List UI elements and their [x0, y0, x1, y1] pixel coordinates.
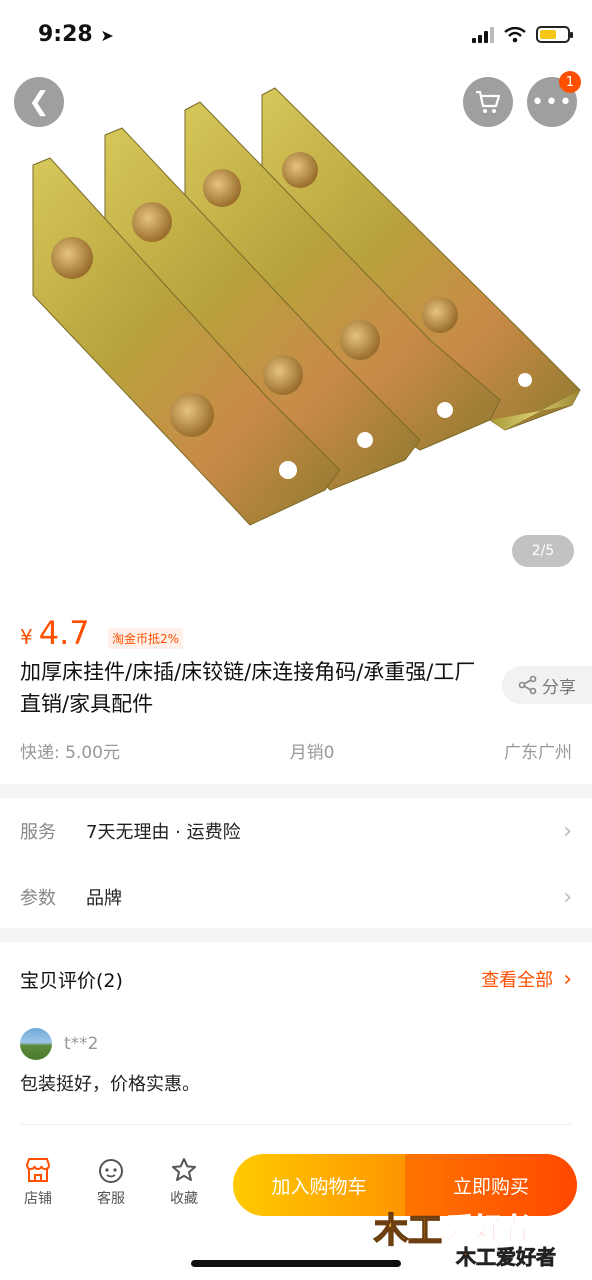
signal-icon: [472, 26, 494, 43]
product-image-gallery[interactable]: ❮ ••• 1 2/5: [0, 0, 592, 598]
avatar: [20, 1028, 52, 1060]
service-value: 7天无理由 · 运费险: [86, 822, 241, 843]
see-all-reviews-link[interactable]: 查看全部 ›: [481, 966, 572, 992]
service-section: 服务 7天无理由 · 运费险 › 参数 品牌 ›: [0, 798, 592, 928]
price-value: 4.7: [38, 614, 90, 652]
divider: [20, 1124, 572, 1125]
section-divider: [0, 928, 592, 942]
product-info: ¥ 4.7 淘金币抵2% 加厚床挂件/床插/床铰链/床连接角码/承重强/工厂直销…: [0, 598, 592, 784]
share-icon: [518, 675, 537, 695]
home-indicator: [191, 1260, 401, 1267]
location-arrow-icon: ➤: [100, 26, 114, 45]
cart-icon: [476, 90, 501, 113]
more-dots-icon: •••: [531, 89, 573, 115]
watermark-logo: 木工 爱好者 木工爱好者: [372, 1210, 556, 1268]
star-icon: [172, 1158, 196, 1181]
price: ¥ 4.7: [20, 614, 90, 652]
share-button[interactable]: 分享: [502, 666, 592, 704]
params-row[interactable]: 参数 品牌 ›: [20, 884, 572, 910]
status-time: 9:28 ➤: [38, 22, 114, 47]
params-value: 品牌: [86, 888, 122, 909]
notification-badge: 1: [559, 71, 581, 93]
status-bar: 9:28 ➤: [0, 0, 592, 72]
monthly-sales: 月销0: [289, 743, 335, 763]
service-label: 服务: [20, 822, 56, 843]
review-text: 包装挺好，价格实惠。: [20, 1074, 200, 1095]
battery-icon: [536, 26, 573, 43]
share-label: 分享: [542, 677, 576, 698]
reviews-heading: 宝贝评价(2): [20, 970, 123, 992]
cart-button[interactable]: [463, 77, 513, 127]
wifi-icon: [504, 26, 526, 42]
reviews-section: 宝贝评价(2) 查看全部 › t**2 包装挺好，价格实惠。: [0, 942, 592, 1142]
store-label: 店铺: [24, 1191, 52, 1207]
currency-symbol: ¥: [20, 625, 33, 649]
svg-text:木工: 木工: [373, 1211, 442, 1251]
product-title: 加厚床挂件/床插/床铰链/床连接角码/承重强/工厂直销/家具配件: [20, 660, 476, 716]
customer-service-button[interactable]: 客服: [81, 1156, 141, 1208]
reviewer: t**2: [20, 1028, 98, 1060]
svg-text:木工爱好者: 木工爱好者: [455, 1245, 556, 1268]
chevron-right-icon: ›: [563, 818, 572, 844]
back-button[interactable]: ❮: [14, 77, 64, 127]
store-icon: [25, 1158, 51, 1182]
params-label: 参数: [20, 888, 56, 909]
section-divider: [0, 784, 592, 798]
reviewer-name: t**2: [64, 1034, 99, 1054]
chat-bubble-icon: [99, 1159, 123, 1183]
shipping-fee: 快递: 5.00元: [20, 743, 120, 763]
image-counter: 2/5: [512, 535, 574, 567]
favorite-label: 收藏: [170, 1191, 198, 1207]
see-all-label: 查看全部: [481, 970, 554, 991]
store-button[interactable]: 店铺: [8, 1156, 68, 1208]
status-icons: [472, 26, 573, 43]
ship-location: 广东广州: [504, 743, 572, 763]
meta-row: 快递: 5.00元 月销0 广东广州: [20, 738, 572, 763]
service-row[interactable]: 服务 7天无理由 · 运费险 ›: [20, 818, 572, 844]
coin-discount-tag: 淘金币抵2%: [108, 628, 184, 649]
chevron-left-icon: ❮: [28, 87, 50, 117]
bottom-action-bar: 店铺 客服 收藏 加入购物车 立即购买 木工 爱好者 木工爱好者: [0, 1142, 592, 1280]
customer-service-label: 客服: [97, 1191, 125, 1207]
time-text: 9:28: [38, 22, 93, 47]
chevron-right-icon: ›: [563, 966, 572, 992]
svg-text:爱好者: 爱好者: [446, 1212, 530, 1245]
more-button[interactable]: ••• 1: [527, 71, 581, 127]
favorite-button[interactable]: 收藏: [154, 1156, 214, 1208]
chevron-right-icon: ›: [563, 884, 572, 910]
